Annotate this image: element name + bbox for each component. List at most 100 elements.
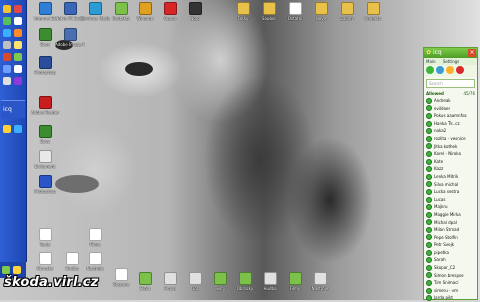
quick-launch-icon[interactable] (14, 53, 22, 61)
contact-list-item[interactable]: rozlita - vesnice (424, 135, 477, 143)
file-icon (288, 2, 302, 15)
online-status-icon (426, 264, 432, 271)
file-icon (263, 272, 277, 285)
online-status-icon (426, 135, 432, 142)
quick-launch-icon[interactable] (14, 29, 22, 37)
contact-list-item[interactable]: Lenka Mitrik (424, 173, 477, 181)
folder-icon (262, 2, 276, 15)
online-status-icon (426, 173, 432, 180)
contact-list-item[interactable]: simeru - vm (424, 287, 477, 295)
icq-toolbar (424, 65, 477, 77)
desktop-icon[interactable]: Filmy (80, 228, 110, 247)
icq-menu-bar: Main Settings (424, 58, 477, 65)
desktop-icon[interactable]: Projekty (358, 2, 388, 21)
contact-list-item[interactable]: Jitka kothek (424, 143, 477, 151)
quick-launch-icon[interactable] (3, 125, 11, 133)
desktop-icon[interactable]: Nastroje (305, 272, 335, 291)
close-icon[interactable]: × (468, 49, 476, 57)
contact-list-item[interactable]: Petr Svejk (424, 241, 477, 249)
icq-title-bar[interactable]: ✿ icq × (424, 48, 477, 58)
quick-launch-icon[interactable] (14, 77, 22, 85)
folder-icon (314, 2, 328, 15)
contact-name: Sarah (434, 257, 446, 263)
contact-list-item[interactable]: Sarah (424, 256, 477, 264)
desktop-icon-label: Photoshop (34, 189, 56, 194)
quick-launch-icon[interactable] (3, 17, 11, 25)
contact-list-item[interactable]: Hanka Ťk..cz (424, 120, 477, 128)
quick-launch-icon[interactable] (3, 65, 11, 73)
quick-launch-icon[interactable] (3, 53, 11, 61)
desktop-icon[interactable]: Sovy (30, 125, 60, 144)
message-icon[interactable] (436, 66, 444, 74)
desktop-icon[interactable]: Obrazky (30, 252, 60, 271)
contact-list-item[interactable]: Karel - Niroka (424, 150, 477, 158)
quick-launch-icon[interactable] (14, 65, 22, 73)
contact-list-item[interactable]: Majkru (424, 203, 477, 211)
desktop-icon[interactable]: Texty (30, 228, 60, 247)
online-status-icon (426, 112, 432, 119)
quick-launch-icon[interactable] (14, 17, 22, 25)
menu-main[interactable]: Main (426, 59, 436, 64)
contact-list-item[interactable]: Tim Snimaci (424, 279, 477, 287)
desktop-icon[interactable]: Nero (180, 2, 210, 21)
contact-name: Silva michal (434, 181, 459, 187)
quick-launch-icon[interactable] (14, 5, 22, 13)
contact-list-item[interactable]: Kazz (424, 165, 477, 173)
desktop-icon-label: Sovy (40, 139, 50, 144)
contact-list-item[interactable]: Silva michal (424, 181, 477, 189)
contact-list-item[interactable]: Kate (424, 158, 477, 166)
contact-name: Milan Strnad (434, 227, 460, 233)
tray-icon[interactable] (13, 266, 21, 274)
desktop-icon[interactable]: Photoshop (30, 56, 60, 75)
app-icon (38, 56, 52, 69)
contact-list-item[interactable]: Andreak (424, 97, 477, 105)
online-status-icon (426, 204, 432, 211)
add-contact-icon[interactable] (446, 66, 454, 74)
status-icon[interactable] (426, 66, 434, 74)
desktop-icon[interactable]: Adobe Image Ready (55, 28, 85, 47)
online-status-icon (426, 128, 432, 135)
online-status-icon (426, 188, 432, 195)
icq-taskbar-button[interactable]: icq (1, 100, 25, 118)
quick-launch-icon[interactable] (3, 77, 11, 85)
contact-list-item[interactable]: Skopar_C2 (424, 264, 477, 272)
contact-list-item[interactable]: evildoer (424, 105, 477, 113)
heart-icon[interactable] (456, 66, 464, 74)
contact-list-item[interactable]: pipetka (424, 249, 477, 257)
contact-list-item[interactable]: Lucas (424, 196, 477, 204)
desktop-icon-label: Projekty (364, 16, 382, 21)
desktop-icon-label: Dokument (34, 164, 56, 169)
app-icon (138, 272, 152, 285)
contact-group-header[interactable]: Allowed 45/76 (424, 90, 477, 97)
quick-launch-icon[interactable] (3, 5, 11, 13)
online-status-icon (426, 158, 432, 165)
contact-name: Lucka sestra (434, 189, 460, 195)
desktop-icon[interactable]: Dokument (30, 150, 60, 169)
online-status-icon (426, 257, 432, 264)
desktop-icon[interactable]: Photoshop (30, 175, 60, 194)
quick-launch-icon[interactable] (14, 125, 22, 133)
icq-taskbar-label: icq (3, 106, 12, 113)
contact-list-item[interactable]: Michal dpal (424, 219, 477, 227)
contact-list-item[interactable]: Maggie Mirka (424, 211, 477, 219)
contact-list-item[interactable]: Pepe Stolfin (424, 234, 477, 242)
contact-list-item[interactable]: Pokus aaamnfsa (424, 112, 477, 120)
desktop-icon-label: Nastroje (311, 286, 329, 291)
contact-list-item[interactable]: Simon brespse (424, 272, 477, 280)
contact-list-item[interactable]: Jarda pikt (424, 294, 477, 302)
quick-launch-icon[interactable] (14, 41, 22, 49)
contact-name: Simon brespse (434, 272, 464, 278)
contact-list-item[interactable]: Lucka sestra (424, 188, 477, 196)
menu-settings[interactable]: Settings (443, 59, 459, 64)
contacts-icon (114, 2, 128, 15)
contact-list-item[interactable]: Milan Strnad (424, 226, 477, 234)
contact-name: simeru - vm (434, 287, 458, 293)
contact-search-input[interactable]: Search (426, 79, 475, 88)
tray-icon[interactable] (2, 266, 10, 274)
contact-list-item[interactable]: naka2 (424, 127, 477, 135)
winamp-icon (138, 2, 152, 15)
file-icon (38, 150, 52, 163)
quick-launch-icon[interactable] (3, 29, 11, 37)
desktop-icon[interactable]: Adobe Reader (30, 96, 60, 115)
quick-launch-icon[interactable] (3, 41, 11, 49)
